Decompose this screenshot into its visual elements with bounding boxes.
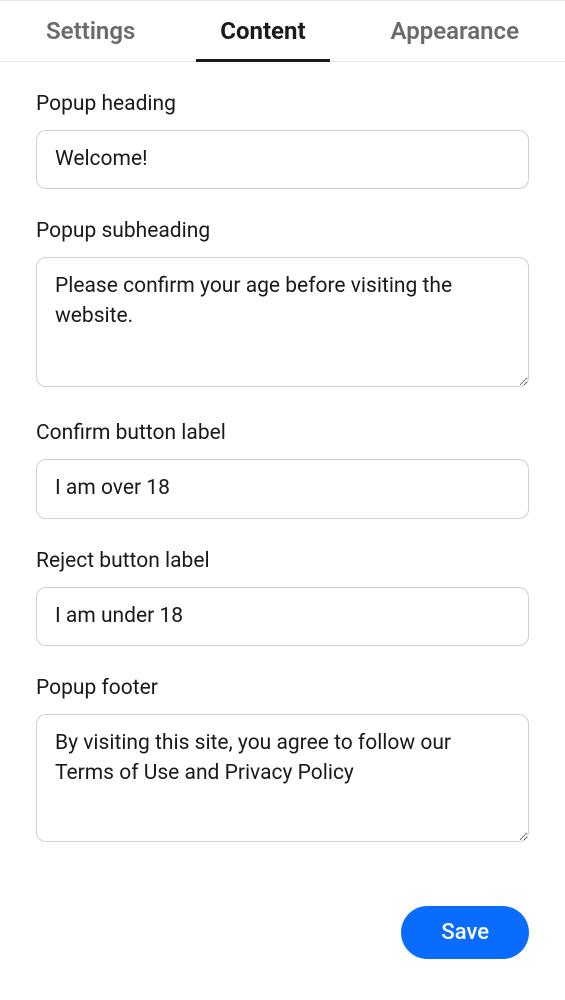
tab-content[interactable]: Content: [218, 1, 307, 61]
confirm-button-label-group: Confirm button label: [36, 421, 529, 518]
content-panel: Popup heading Popup subheading Please co…: [0, 62, 565, 896]
reject-button-label-label: Reject button label: [36, 549, 529, 573]
popup-subheading-input[interactable]: Please confirm your age before visiting …: [36, 257, 529, 387]
reject-button-label-group: Reject button label: [36, 549, 529, 646]
popup-footer-input[interactable]: By visiting this site, you agree to foll…: [36, 714, 529, 842]
confirm-button-label-label: Confirm button label: [36, 421, 529, 445]
popup-footer-label: Popup footer: [36, 676, 529, 700]
popup-subheading-label: Popup subheading: [36, 219, 529, 243]
tab-settings[interactable]: Settings: [44, 1, 137, 61]
popup-subheading-group: Popup subheading Please confirm your age…: [36, 219, 529, 391]
save-button[interactable]: Save: [401, 906, 529, 959]
popup-footer-group: Popup footer By visiting this site, you …: [36, 676, 529, 846]
tabs-container: Settings Content Appearance: [0, 0, 565, 62]
popup-heading-input[interactable]: [36, 130, 529, 189]
reject-button-label-input[interactable]: [36, 587, 529, 646]
tab-appearance[interactable]: Appearance: [389, 1, 522, 61]
confirm-button-label-input[interactable]: [36, 459, 529, 518]
popup-heading-group: Popup heading: [36, 92, 529, 189]
footer-actions: Save: [0, 896, 565, 959]
popup-heading-label: Popup heading: [36, 92, 529, 116]
